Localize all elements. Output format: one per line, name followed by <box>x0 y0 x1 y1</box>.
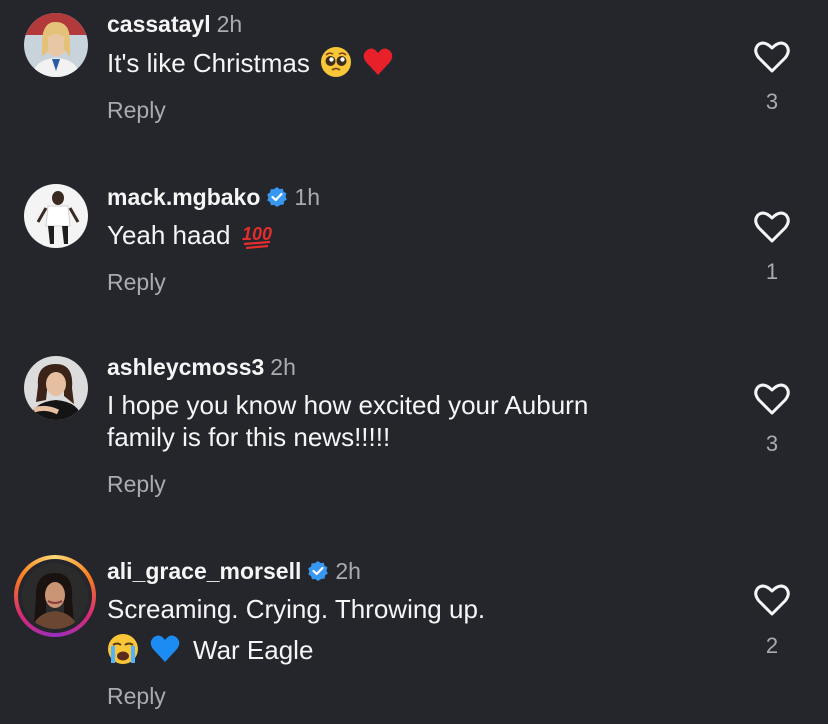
avatar-story-ring[interactable] <box>14 555 96 637</box>
timestamp: 1h <box>294 184 320 210</box>
hundred-points-emoji: 100 <box>240 220 274 257</box>
profile-photo-icon <box>24 184 88 248</box>
comment-text-line-1: I hope you know how excited your Auburn <box>107 390 589 420</box>
verified-badge-icon <box>307 559 329 589</box>
username[interactable]: mack.mgbako <box>107 184 260 210</box>
comment-text: It's like Christmas <box>107 46 394 85</box>
comment-text-line-2: War Eagle <box>107 633 313 672</box>
like-count: 3 <box>765 89 779 114</box>
timestamp: 2h <box>270 354 296 380</box>
avatar[interactable] <box>24 13 88 77</box>
comment-meta: ashleycmoss3 2h <box>107 352 296 382</box>
avatar <box>22 563 88 629</box>
timestamp: 2h <box>216 11 243 37</box>
pleading-face-emoji <box>320 46 352 85</box>
comment-text-body: Yeah haad <box>107 220 231 250</box>
profile-photo-icon <box>24 13 88 77</box>
like-count: 1 <box>765 259 779 284</box>
reply-button[interactable]: Reply <box>107 269 166 296</box>
username[interactable]: ali_grace_morsell <box>107 558 301 584</box>
reply-button[interactable]: Reply <box>107 683 166 710</box>
profile-photo-icon <box>24 356 88 420</box>
comment-meta: ali_grace_morsell 2h <box>107 556 361 589</box>
svg-text:100: 100 <box>242 224 272 244</box>
reply-button[interactable]: Reply <box>107 471 166 498</box>
loudly-crying-face-emoji <box>107 633 139 672</box>
heart-icon[interactable] <box>752 379 792 419</box>
comment-meta: mack.mgbako 1h <box>107 182 320 215</box>
verified-badge-icon <box>266 185 288 215</box>
comment-text-body: War Eagle <box>193 635 314 665</box>
comment-text-body: It's like Christmas <box>107 48 310 78</box>
comment-text-line-1: Screaming. Crying. Throwing up. <box>107 594 486 624</box>
heart-icon[interactable] <box>752 207 792 247</box>
avatar-ring-gap <box>18 559 92 633</box>
avatar[interactable] <box>24 356 88 420</box>
heart-icon[interactable] <box>752 37 792 77</box>
blue-heart-emoji <box>149 633 181 672</box>
username[interactable]: cassatayl <box>107 11 211 37</box>
profile-photo-icon <box>22 563 88 629</box>
avatar[interactable] <box>24 184 88 248</box>
comment-meta: cassatayl 2h <box>107 9 242 39</box>
red-heart-emoji <box>362 46 394 85</box>
timestamp: 2h <box>335 558 361 584</box>
comment-text: Yeah haad 100 <box>107 219 274 257</box>
username[interactable]: ashleycmoss3 <box>107 354 264 380</box>
comment-text-line-2: family is for this news!!!!! <box>107 422 391 452</box>
heart-icon[interactable] <box>752 580 792 620</box>
reply-button[interactable]: Reply <box>107 97 166 124</box>
like-count: 3 <box>765 431 779 456</box>
like-count: 2 <box>765 633 779 658</box>
